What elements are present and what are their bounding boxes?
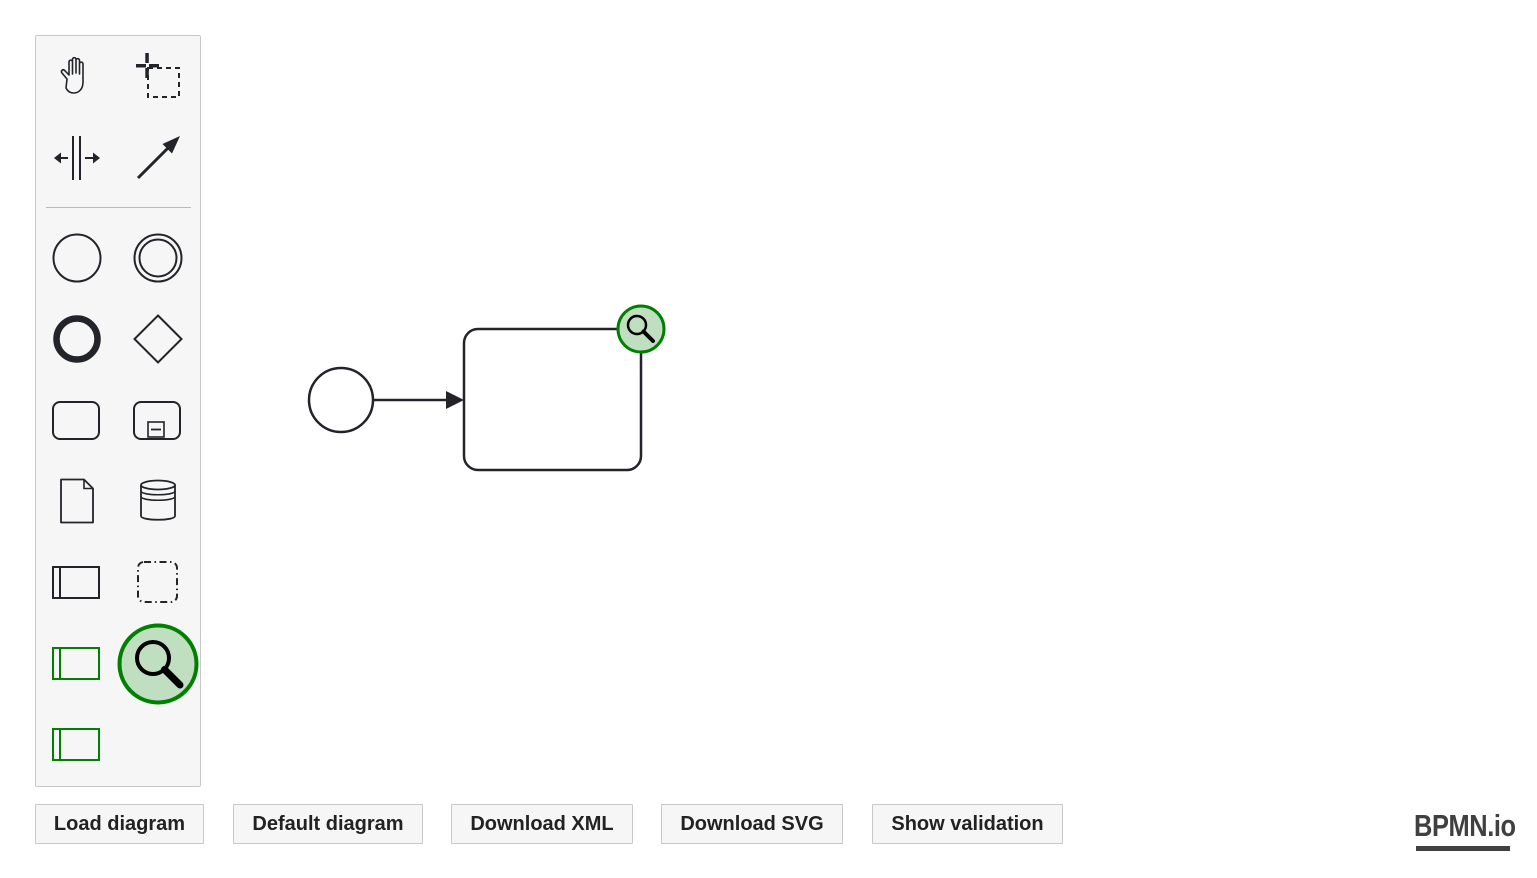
gateway-tool[interactable] [127,308,189,370]
intermediate-event-icon [133,233,183,283]
space-tool[interactable] [46,127,108,189]
custom-participant-tool[interactable] [46,632,108,694]
group-tool[interactable] [127,551,189,613]
download-xml-button[interactable]: Download XML [451,804,633,844]
task-tool[interactable] [46,389,108,451]
load-diagram-button[interactable]: Load diagram [35,804,204,844]
lasso-tool[interactable] [127,46,189,108]
lasso-tool-icon [136,53,180,98]
show-validation-button[interactable]: Show validation [872,804,1063,844]
gateway-icon [133,314,183,364]
global-connect-tool-icon [136,136,180,180]
task-shape[interactable] [462,327,643,472]
sequence-flow-connection[interactable] [373,391,464,409]
subprocess-icon [133,401,181,440]
end-event-icon [53,315,101,363]
task-validation-badge[interactable] [616,304,666,354]
download-svg-button[interactable]: Download SVG [661,804,843,844]
validation-search-icon [117,623,199,705]
group-icon [137,561,178,603]
global-connect-tool[interactable] [127,127,189,189]
task-icon [52,401,100,440]
custom-participant-icon [52,647,100,680]
data-object-icon [60,478,94,524]
intermediate-event-tool[interactable] [127,227,189,289]
bpmn-io-logo[interactable]: BPMN.io [1414,810,1516,841]
start-event-shape[interactable] [307,366,375,434]
participant-icon [52,566,100,599]
data-store-tool[interactable] [127,470,189,532]
diagram-svg [307,304,666,472]
hand-tool[interactable] [46,46,108,108]
bpmn-modeler-app: Load diagram Default diagram Download XM… [0,0,1537,878]
subprocess-tool[interactable] [127,389,189,451]
validation-tool[interactable] [116,622,200,706]
participant-tool[interactable] [46,551,108,613]
custom-participant-alt-tool[interactable] [46,713,108,775]
data-object-tool[interactable] [46,470,108,532]
custom-participant-alt-icon [52,728,100,761]
bpmn-io-logo-underline [1416,846,1510,851]
data-store-icon [140,479,176,521]
start-event-tool[interactable] [46,227,108,289]
hand-tool-icon [60,56,84,94]
default-diagram-button[interactable]: Default diagram [233,804,423,844]
tool-palette [35,35,201,787]
diagram-canvas[interactable] [0,0,1537,878]
end-event-tool[interactable] [46,308,108,370]
start-event-icon [52,233,102,283]
space-tool-icon [54,136,100,180]
palette-separator [46,207,191,208]
